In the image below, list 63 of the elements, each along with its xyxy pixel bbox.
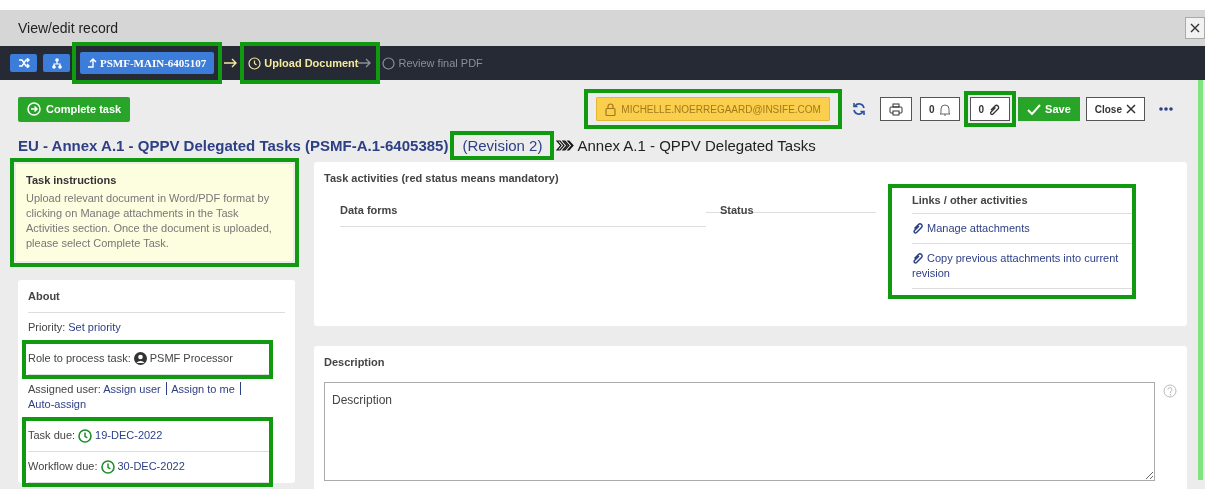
attachment-link[interactable]: Manage attachments [912,221,1132,237]
shuffle-button[interactable] [10,54,37,72]
description-title: Description [324,356,386,369]
paperclip-icon [912,252,924,265]
about-title: About [28,284,285,314]
instructions-title: Task instructions [26,174,118,187]
attachment-link[interactable]: Copy previous attachments into current revision [912,251,1132,282]
assign-link[interactable]: Assign user [103,383,161,396]
clock-icon [78,428,93,443]
attachments-button[interactable]: 0 [969,97,1011,121]
close-icon [1190,23,1200,33]
close-button[interactable] [1185,17,1205,39]
lock-icon [605,102,617,116]
chevrons-icon [556,139,575,151]
hierarchy-button[interactable] [43,54,70,72]
refresh-icon [851,102,866,116]
help-icon [1163,384,1177,399]
close-button[interactable]: Close [1085,97,1145,121]
assign-link[interactable]: Assign to me [171,383,235,396]
arrow-circle-icon [27,102,41,116]
close-icon [1126,104,1136,114]
description-field[interactable]: Description [324,382,1155,482]
assign-link[interactable]: Auto-assign [28,398,87,411]
notifications-button[interactable]: 0 [919,97,960,121]
print-button[interactable] [879,97,912,121]
field-label: Priority: [28,320,66,336]
column-header: Links / other activities [912,188,1132,215]
up-arrow-icon [88,58,98,68]
window-title: View/edit record [18,20,119,36]
arrow-icon [224,58,239,68]
parent-record-button[interactable]: PSMF-MAIN-6405107 [80,52,215,74]
clock-icon [100,459,115,474]
due-date: 30-DEC-2022 [117,459,185,475]
role-value: PSMF Processor [149,351,233,367]
activities-title: Task activities (red status means mandatory) [324,172,560,185]
column-header: Status [706,192,876,214]
scrollbar-thumb[interactable] [1198,80,1203,480]
clock-icon [248,56,262,70]
field-label: Role to process task: [28,351,131,367]
set-priority-link[interactable]: Set priority [68,320,121,336]
workflow-step[interactable]: Upload Document [248,56,359,70]
assigned-user-text: Assigned user: Assign user Assign to me Auto-assign [28,382,269,413]
check-icon [1027,103,1042,115]
revision-label: (Revision 2) [462,136,543,154]
workflow-step[interactable]: Review final PDF [382,56,483,70]
user-lock-badge: MICHELLE.NOERREGAARD@INSIFE.COM [596,97,830,121]
instructions-text: Upload relevant document in Word/PDF format by clicking on Manage attachments in the Task Activities section. Once the document is uploaded, please select Complete Task. [26,191,273,252]
circle-icon [382,56,396,70]
shuffle-icon [17,58,30,68]
record-title: EU - Annex A.1 - QPPV Delegated Tasks (PSMF-A.1-6405385) [18,136,449,154]
paperclip-icon [912,222,924,235]
record-subtitle: Annex A.1 - QPPV Delegated Tasks [577,136,816,154]
column-header: Data forms [340,192,706,228]
paperclip-icon [988,102,1002,116]
hierarchy-icon [51,57,62,69]
arrow-icon [358,58,373,68]
due-date: 19-DEC-2022 [95,428,163,444]
printer-icon [888,102,903,116]
field-label: Workflow due: [28,459,98,475]
more-icon [1159,107,1173,111]
field-label: Task due: [28,428,76,444]
bell-icon [938,102,951,116]
user-icon [133,352,147,366]
